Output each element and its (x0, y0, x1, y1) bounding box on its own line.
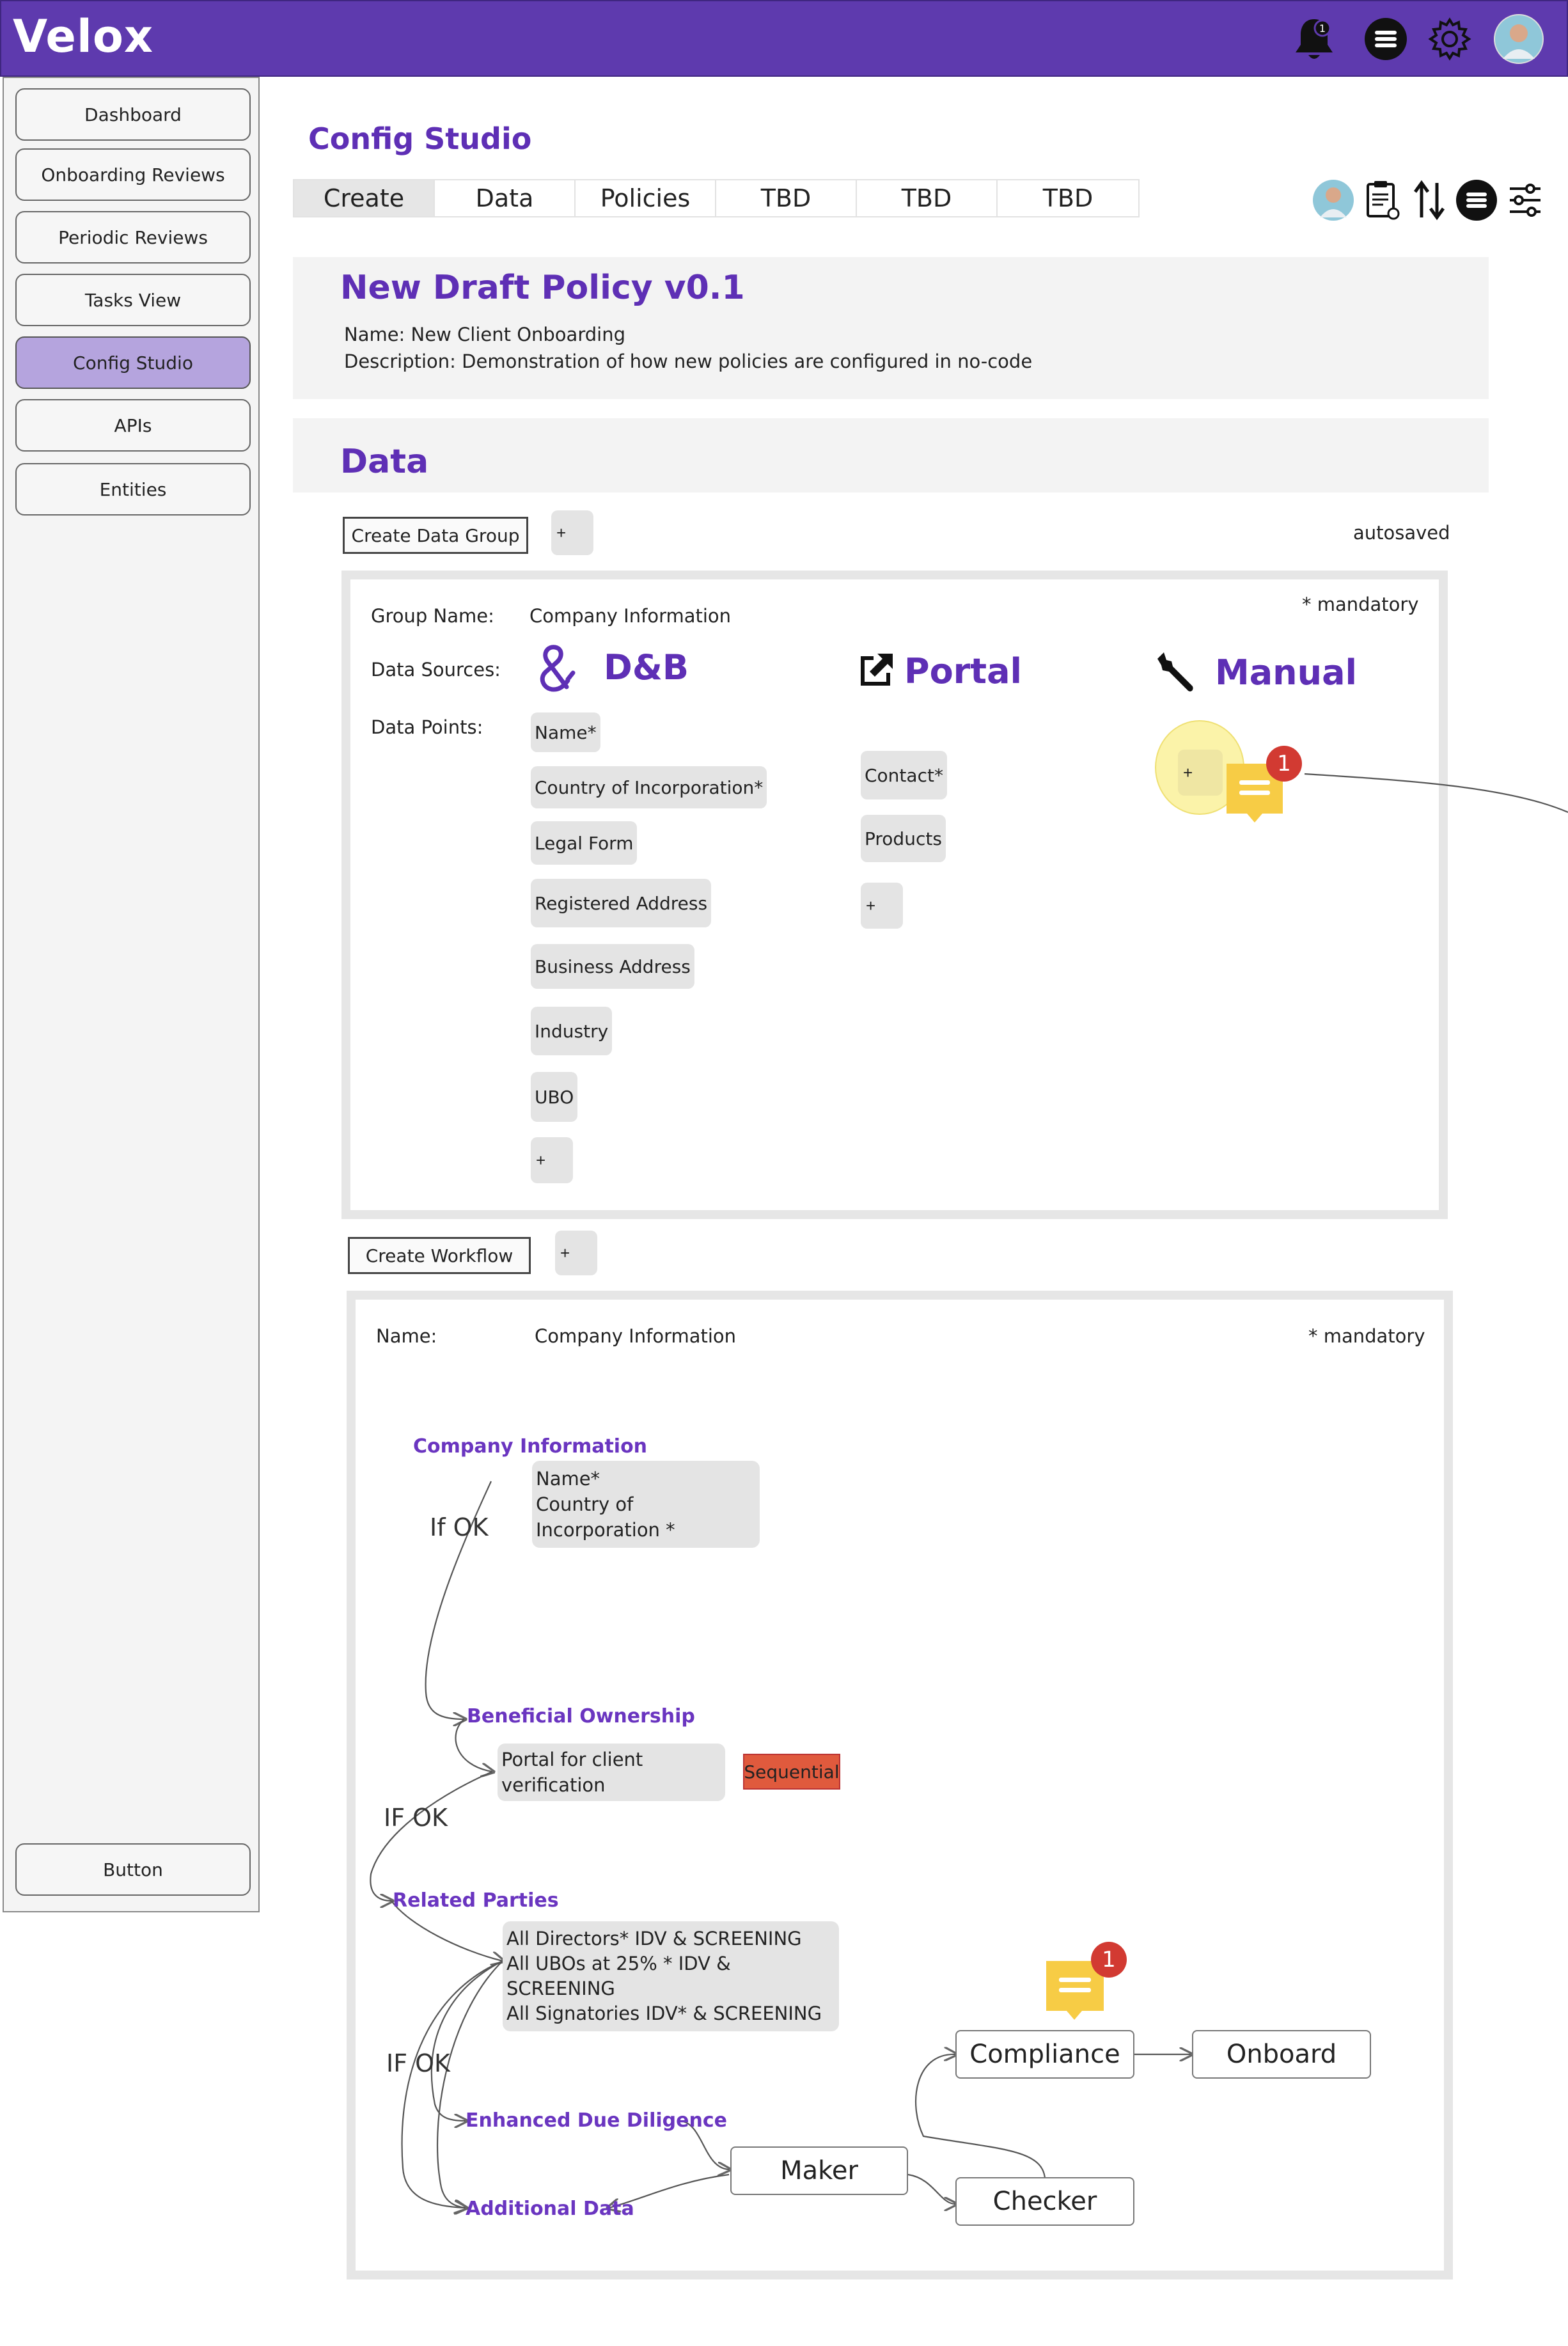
add-dnb-point-button[interactable]: + (531, 1137, 573, 1183)
tab-tbd-1[interactable]: TBD (716, 180, 857, 216)
add-portal-point-button[interactable]: + (861, 883, 903, 929)
workflow-comment-count-badge: 1 (1091, 1942, 1127, 1978)
page-title: Config Studio (308, 122, 532, 156)
data-section-title: Data (340, 443, 429, 481)
company-info-point-country: Country of Incorporation * (536, 1493, 675, 1541)
sequential-badge[interactable]: Sequential (743, 1754, 840, 1790)
node-maker[interactable]: Maker (730, 2146, 908, 2195)
user-avatar[interactable] (1494, 14, 1544, 64)
condition-if-ok-1[interactable]: If OK (430, 1513, 489, 1541)
group-name-label: Group Name: (371, 605, 494, 627)
node-compliance[interactable]: Compliance (955, 2030, 1134, 2079)
policy-description: Description: Demonstration of how new po… (344, 350, 1033, 372)
external-link-icon (857, 651, 895, 689)
data-point-contact[interactable]: Contact* (861, 751, 947, 799)
related-point-signatories: All Signatories IDV* & SCREENING (506, 2003, 822, 2024)
sidebar: Dashboard Onboarding Reviews Periodic Re… (3, 77, 260, 1912)
autosave-status: autosaved (1353, 522, 1450, 544)
tab-data[interactable]: Data (435, 180, 576, 216)
data-point-business-address[interactable]: Business Address (531, 944, 694, 989)
sidebar-item-entities[interactable]: Entities (15, 463, 251, 516)
node-onboard[interactable]: Onboard (1192, 2030, 1371, 2079)
company-info-point-name: Name* (536, 1468, 600, 1490)
mandatory-note: * mandatory (1302, 594, 1419, 615)
tab-bar: Create Data Policies TBD TBD TBD (293, 179, 1140, 217)
add-data-group-button[interactable]: + (551, 510, 593, 555)
sidebar-item-apis[interactable]: APIs (15, 399, 251, 452)
tab-create[interactable]: Create (294, 180, 435, 216)
tab-policies[interactable]: Policies (576, 180, 716, 216)
source-portal[interactable]: Portal (904, 651, 1022, 691)
stage-enhanced-due-diligence[interactable]: Enhanced Due Diligence (466, 2109, 727, 2132)
toolbar-menu-circle-icon[interactable] (1454, 178, 1499, 223)
data-point-industry[interactable]: Industry (531, 1007, 613, 1055)
sidebar-item-dashboard[interactable]: Dashboard (15, 88, 251, 141)
workflow-mandatory-note: * mandatory (1308, 1325, 1425, 1347)
comment-count-badge: 1 (1266, 746, 1302, 782)
bell-icon[interactable]: 1 (1289, 14, 1339, 64)
group-name-value[interactable]: Company Information (529, 605, 731, 627)
add-manual-point-button[interactable]: + (1178, 750, 1223, 796)
data-point-products[interactable]: Products (861, 815, 946, 862)
add-workflow-button[interactable]: + (555, 1231, 597, 1275)
source-dnb[interactable]: D&B (604, 647, 689, 688)
sliders-icon[interactable] (1503, 178, 1548, 223)
sort-icon[interactable] (1407, 178, 1452, 223)
related-point-ubos: All UBOs at 25% * IDV & SCREENING (506, 1953, 731, 1999)
workflow-name-label: Name: (376, 1325, 437, 1347)
menu-circle-icon[interactable] (1361, 14, 1411, 64)
clipboard-icon[interactable] (1360, 178, 1404, 223)
brand-logo[interactable]: Velox (13, 10, 153, 63)
svg-text:1: 1 (1319, 22, 1326, 35)
create-data-group-button[interactable]: Create Data Group (343, 517, 528, 554)
portal-verification-box[interactable]: Portal for client verification (498, 1744, 725, 1801)
related-parties-points[interactable]: All Directors* IDV & SCREENING All UBOs … (503, 1921, 839, 2031)
sidebar-item-tasks-view[interactable]: Tasks View (15, 274, 251, 326)
tab-tbd-3[interactable]: TBD (998, 180, 1138, 216)
data-point-registered-address[interactable]: Registered Address (531, 879, 712, 927)
create-workflow-button[interactable]: Create Workflow (348, 1237, 531, 1274)
data-point-name[interactable]: Name* (531, 712, 600, 752)
data-sources-label: Data Sources: (371, 659, 501, 681)
data-points-label: Data Points: (371, 716, 483, 738)
node-checker[interactable]: Checker (955, 2177, 1134, 2226)
dnb-logo-icon (535, 642, 579, 693)
tab-tbd-2[interactable]: TBD (857, 180, 998, 216)
condition-if-ok-3[interactable]: IF OK (386, 2049, 450, 2077)
policy-title[interactable]: New Draft Policy v0.1 (340, 269, 745, 307)
company-info-points[interactable]: Name* Country of Incorporation * (532, 1461, 760, 1548)
toolbar-user-avatar[interactable] (1311, 178, 1356, 223)
source-manual[interactable]: Manual (1215, 652, 1357, 693)
data-point-country[interactable]: Country of Incorporation* (531, 766, 767, 808)
sidebar-item-periodic-reviews[interactable]: Periodic Reviews (15, 211, 251, 264)
data-point-legal-form[interactable]: Legal Form (531, 821, 638, 865)
sidebar-item-config-studio[interactable]: Config Studio (15, 336, 251, 389)
gear-icon[interactable] (1425, 14, 1475, 64)
condition-if-ok-2[interactable]: IF OK (384, 1804, 448, 1832)
workflow-name-value[interactable]: Company Information (535, 1325, 736, 1347)
related-point-directors: All Directors* IDV & SCREENING (506, 1928, 802, 1949)
wrench-icon (1152, 649, 1198, 695)
policy-name: Name: New Client Onboarding (344, 324, 625, 345)
data-point-ubo[interactable]: UBO (531, 1072, 578, 1122)
stage-company-information[interactable]: Company Information (413, 1435, 647, 1458)
stage-additional-data[interactable]: Additional Data (466, 2198, 634, 2220)
data-section-header (293, 418, 1489, 492)
sidebar-bottom-button[interactable]: Button (15, 1843, 251, 1896)
stage-related-parties[interactable]: Related Parties (393, 1889, 559, 1912)
sidebar-item-onboarding-reviews[interactable]: Onboarding Reviews (15, 148, 251, 201)
stage-beneficial-ownership[interactable]: Beneficial Ownership (467, 1705, 695, 1728)
